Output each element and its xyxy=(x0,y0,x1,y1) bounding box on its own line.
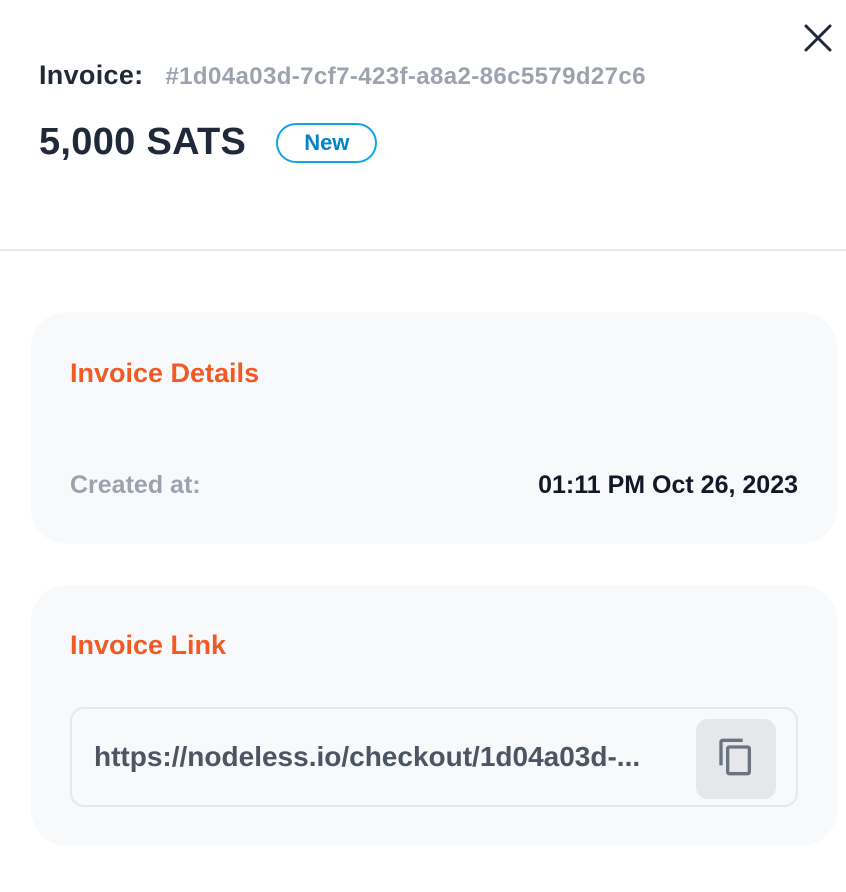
close-icon xyxy=(803,23,833,58)
copy-link-button[interactable] xyxy=(696,719,776,799)
created-at-label: Created at: xyxy=(70,471,201,499)
invoice-id-row: Invoice: #1d04a03d-7cf7-423f-a8a2-86c557… xyxy=(39,60,846,91)
status-badge: New xyxy=(276,122,378,163)
copy-icon xyxy=(716,737,756,782)
invoice-link-title: Invoice Link xyxy=(70,630,227,660)
invoice-id: #1d04a03d-7cf7-423f-a8a2-86c5579d27c6 xyxy=(165,63,646,90)
invoice-details-card: Invoice Details Created at: 01:11 PM Oct… xyxy=(31,312,837,544)
invoice-label: Invoice: xyxy=(39,60,144,90)
invoice-link-card: Invoice Link https://nodeless.io/checkou… xyxy=(31,585,837,846)
invoice-link-field[interactable]: https://nodeless.io/checkout/1d04a03d-..… xyxy=(70,707,798,807)
close-button[interactable] xyxy=(798,20,838,60)
invoice-link-url[interactable]: https://nodeless.io/checkout/1d04a03d-..… xyxy=(94,741,674,773)
created-at-row: Created at: 01:11 PM Oct 26, 2023 xyxy=(70,471,798,500)
invoice-details-title: Invoice Details xyxy=(70,358,260,388)
invoice-panel: Invoice: #1d04a03d-7cf7-423f-a8a2-86c557… xyxy=(0,0,846,892)
invoice-amount: 5,000 SATS xyxy=(39,121,247,163)
created-at-value: 01:11 PM Oct 26, 2023 xyxy=(538,471,798,499)
invoice-header: Invoice: #1d04a03d-7cf7-423f-a8a2-86c557… xyxy=(39,60,846,164)
header-divider xyxy=(0,249,846,251)
amount-row: 5,000 SATS New xyxy=(39,121,846,164)
